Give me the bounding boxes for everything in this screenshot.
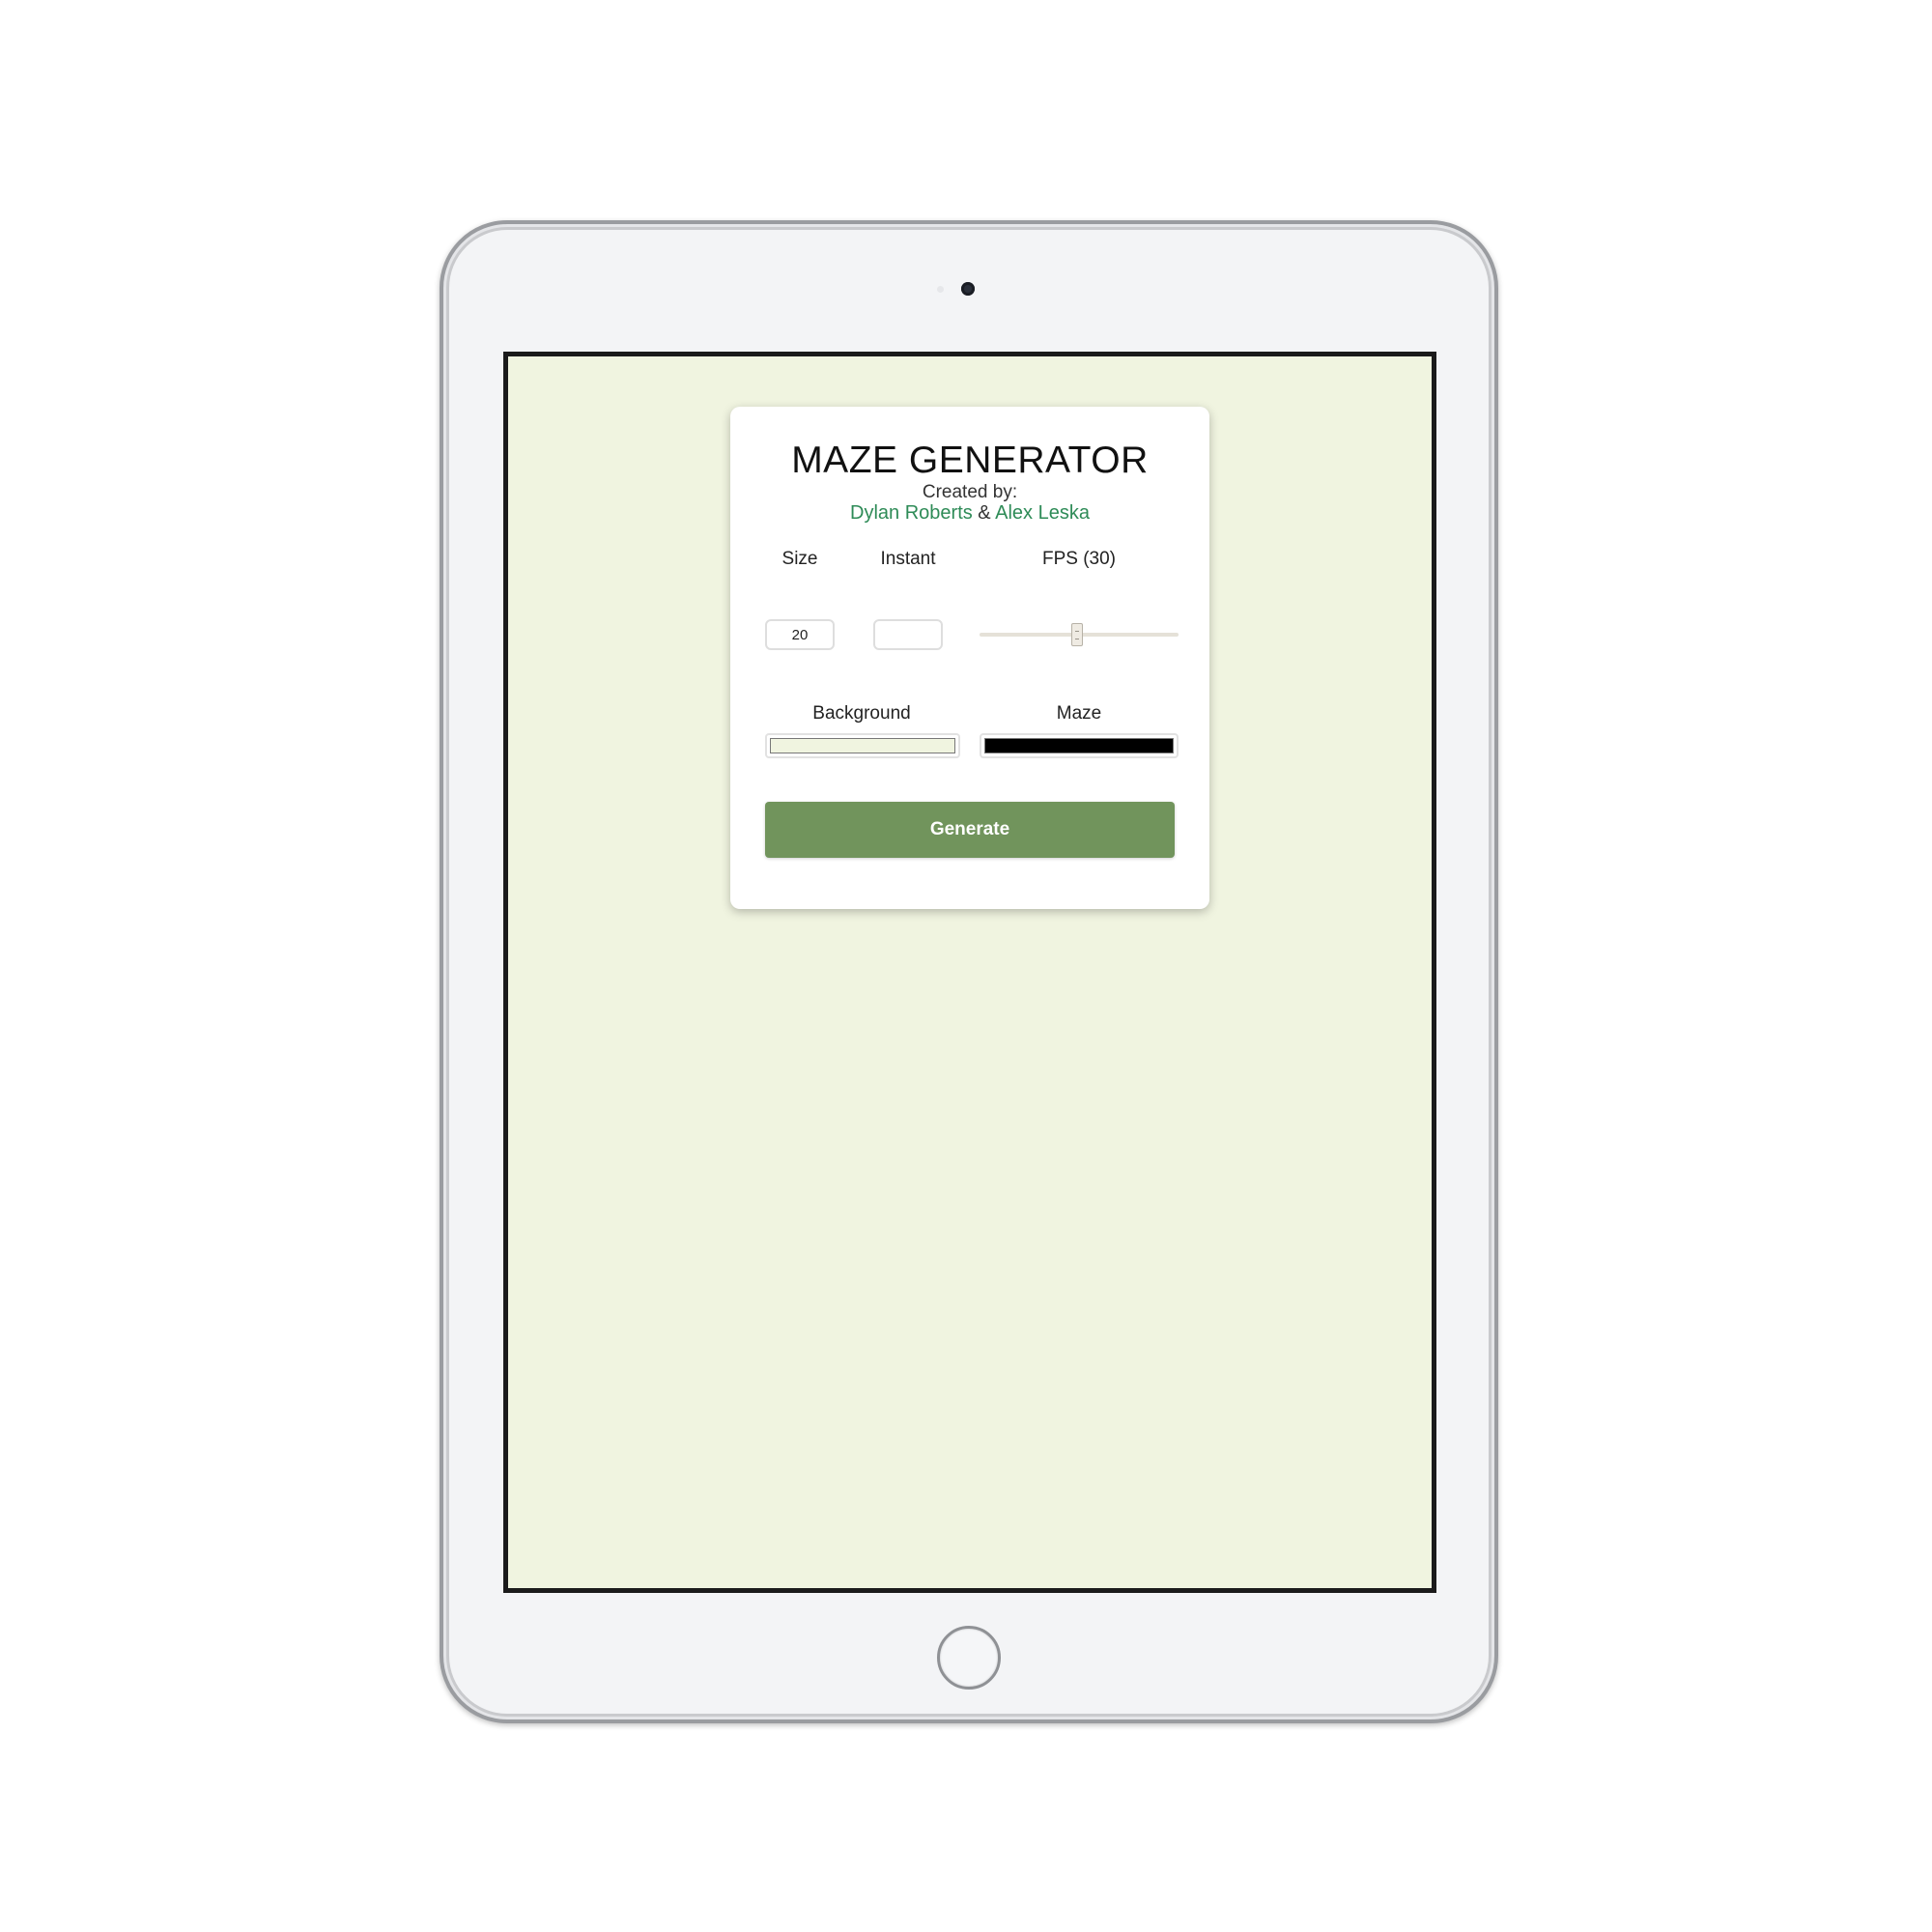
size-label: Size xyxy=(781,549,818,569)
maze-label: Maze xyxy=(1056,703,1102,724)
size-input[interactable] xyxy=(765,619,835,650)
screen: MAZE GENERATOR Created by: Dylan Roberts… xyxy=(503,352,1436,1593)
home-button-icon[interactable] xyxy=(937,1626,1001,1690)
created-by-label: Created by: xyxy=(922,482,1018,502)
fps-slider-thumb[interactable] xyxy=(1071,623,1084,646)
background-color-picker[interactable] xyxy=(765,733,960,758)
camera-icon xyxy=(961,282,975,296)
author-link-dylan[interactable]: Dylan Roberts xyxy=(850,502,973,524)
background-label: Background xyxy=(812,703,911,724)
author-link-alex[interactable]: Alex Leska xyxy=(995,502,1090,524)
sensor-icon xyxy=(937,286,944,293)
maze-color-fill xyxy=(984,738,1174,753)
page-title: MAZE GENERATOR xyxy=(791,440,1149,481)
fps-label: FPS (30) xyxy=(1041,549,1117,569)
background-color-fill xyxy=(770,738,955,753)
authors-line: Dylan Roberts & Alex Leska xyxy=(730,502,1209,525)
settings-card: MAZE GENERATOR Created by: Dylan Roberts… xyxy=(730,407,1209,909)
authors-separator: & xyxy=(972,502,996,524)
instant-label: Instant xyxy=(880,549,936,569)
instant-input[interactable] xyxy=(873,619,943,650)
maze-color-picker[interactable] xyxy=(980,733,1179,758)
generate-button[interactable]: Generate xyxy=(765,802,1175,858)
